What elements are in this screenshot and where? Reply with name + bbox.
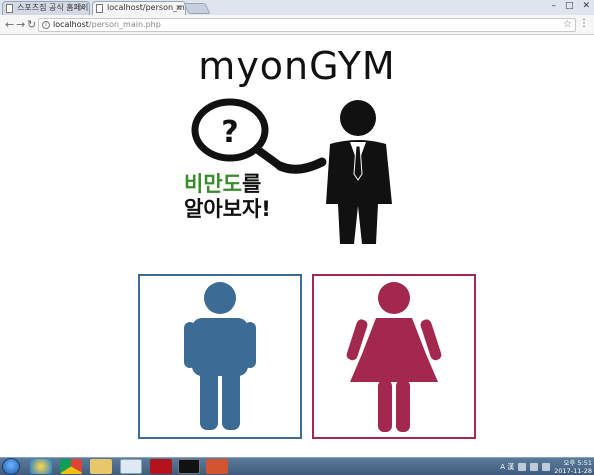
powerpoint-icon[interactable] <box>206 459 228 474</box>
hero-keyword: 비만도 <box>184 172 242 196</box>
female-figure-icon <box>346 282 442 432</box>
editor-icon[interactable] <box>120 459 142 474</box>
new-tab-button[interactable] <box>183 3 211 14</box>
network-icon[interactable] <box>530 462 539 471</box>
page-icon <box>6 4 13 13</box>
hero-particle: 를 <box>241 172 262 196</box>
info-icon[interactable]: i <box>42 21 50 29</box>
address-bar[interactable]: i localhost/person_main.php ☆ <box>38 18 576 32</box>
page-icon <box>96 4 103 13</box>
ime-indicator[interactable]: A 漢 <box>500 462 514 472</box>
clock-date: 2017-11-28 <box>554 466 592 475</box>
tab-sportsgym[interactable]: 스포츠짐 공식 홈페이지 × <box>2 1 90 15</box>
tab-strip: 스포츠짐 공식 홈페이지 × localhost/person_main.p ×… <box>0 0 594 15</box>
reload-icon[interactable]: ↻ <box>27 18 36 31</box>
forward-icon[interactable]: → <box>16 18 25 31</box>
page-title: myonGYM <box>198 44 396 88</box>
tab-person-main[interactable]: localhost/person_main.p × <box>92 1 186 15</box>
male-button[interactable] <box>138 274 302 439</box>
back-icon[interactable]: ← <box>5 18 14 31</box>
ie-icon[interactable] <box>30 459 52 474</box>
system-tray: A 漢 오후 5:51 2017-11-28 <box>500 458 592 475</box>
clock-time: 오후 5:51 <box>563 458 592 467</box>
close-tab-icon[interactable]: × <box>79 2 86 14</box>
taskbar: A 漢 오후 5:51 2017-11-28 <box>0 457 594 475</box>
question-mark: ? <box>221 115 238 150</box>
clock[interactable]: 오후 5:51 2017-11-28 <box>554 459 592 475</box>
maximize-icon[interactable]: □ <box>565 1 574 11</box>
male-figure-icon <box>184 282 256 430</box>
volume-icon[interactable] <box>542 462 551 471</box>
start-button-icon[interactable] <box>2 458 20 475</box>
browser-menu-icon[interactable]: ⋮ <box>579 18 589 29</box>
window-controls: – □ ✕ <box>551 1 590 11</box>
female-button[interactable] <box>312 274 476 439</box>
tab-label: localhost/person_main.p <box>107 3 185 12</box>
chrome-icon[interactable] <box>60 459 82 474</box>
page-content: myonGYM ? 비만도를 알아보자! <box>0 36 594 457</box>
bookmark-star-icon[interactable]: ☆ <box>563 19 572 31</box>
url-host: localhost <box>53 20 89 29</box>
browser-toolbar: ← → ↻ i localhost/person_main.php ☆ ⋮ <box>0 15 594 35</box>
acrobat-icon[interactable] <box>150 459 172 474</box>
close-icon[interactable]: ✕ <box>582 1 590 11</box>
terminal-icon[interactable] <box>178 459 200 474</box>
hero-caption: 비만도를 알아보자! <box>184 172 271 222</box>
close-tab-icon[interactable]: × <box>175 2 182 14</box>
folder-icon[interactable] <box>90 459 112 474</box>
help-icon[interactable] <box>518 462 527 471</box>
hero-subline: 알아보자! <box>184 197 271 221</box>
minimize-icon[interactable]: – <box>551 1 556 11</box>
url-path: /person_main.php <box>88 20 161 29</box>
